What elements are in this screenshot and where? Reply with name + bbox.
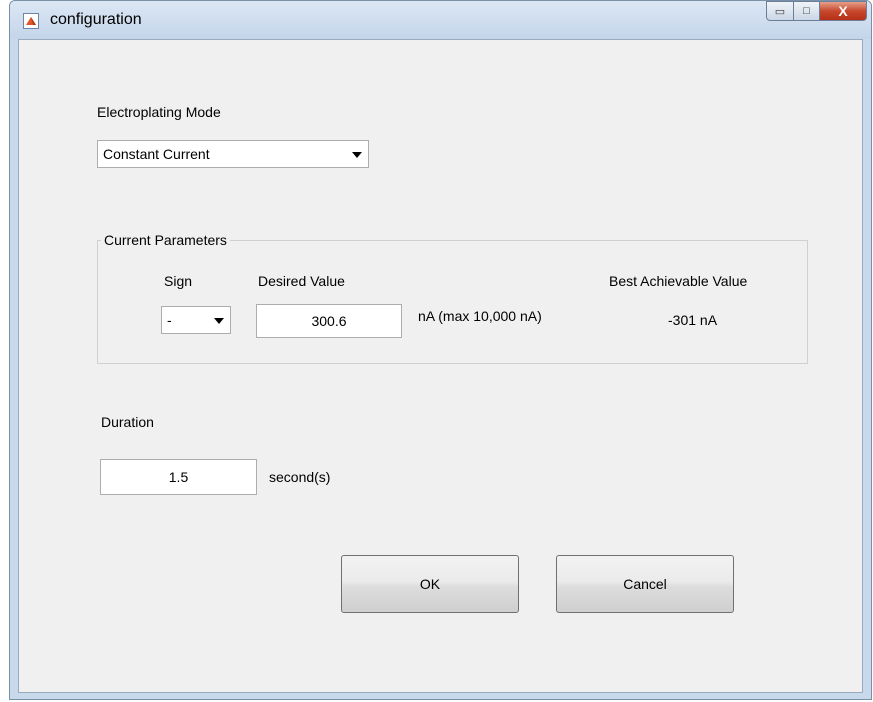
- ok-button[interactable]: OK: [341, 555, 519, 613]
- sign-label: Sign: [164, 273, 193, 289]
- window-title: configuration: [50, 11, 142, 28]
- duration-label: Duration: [101, 414, 154, 430]
- dropdown-arrow-icon: [214, 318, 224, 324]
- minimize-icon[interactable]: ▭: [766, 1, 794, 21]
- cancel-button[interactable]: Cancel: [556, 555, 734, 613]
- maximize-icon[interactable]: □: [794, 1, 820, 21]
- window-controls: ▭ □ X: [766, 1, 867, 23]
- title-bar[interactable]: configuration ▭ □ X: [10, 1, 871, 39]
- sign-select[interactable]: -: [161, 306, 231, 334]
- electroplating-mode-label: Electroplating Mode: [97, 104, 221, 120]
- current-parameters-title: Current Parameters: [101, 232, 230, 248]
- electroplating-mode-select[interactable]: Constant Current: [97, 140, 369, 168]
- current-parameters-group: Current Parameters: [97, 232, 808, 364]
- best-achievable-label: Best Achievable Value: [609, 273, 748, 289]
- close-icon[interactable]: X: [820, 1, 867, 21]
- desired-value-label: Desired Value: [258, 273, 345, 289]
- dialog-body: Electroplating Mode Constant Current Cur…: [18, 39, 863, 693]
- electroplating-mode-value: Constant Current: [103, 146, 210, 162]
- dropdown-arrow-icon: [352, 152, 362, 158]
- sign-value: -: [167, 312, 172, 328]
- best-achievable-value: -301 nA: [668, 312, 718, 328]
- desired-value-input[interactable]: 300.6: [256, 304, 402, 338]
- duration-unit: second(s): [269, 469, 331, 485]
- configuration-window: configuration ▭ □ X Electroplating Mode …: [9, 0, 872, 700]
- matlab-logo-icon: [23, 13, 39, 29]
- current-unit-note: nA (max 10,000 nA): [418, 308, 542, 324]
- duration-input[interactable]: 1.5: [100, 459, 257, 495]
